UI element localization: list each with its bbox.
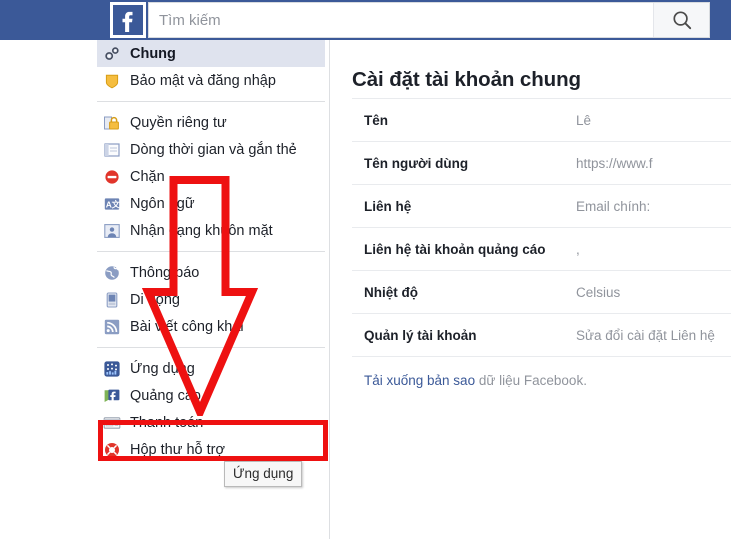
sidebar-item-thanh-toan[interactable]: Thanh toán [97,409,325,436]
ads-icon [103,387,121,405]
table-row[interactable]: Tên Lê [352,98,731,142]
row-label: Quản lý tài khoản [364,328,477,343]
sidebar-item-bai-viet-cong-khai[interactable]: Bài viết công khai [97,313,325,340]
row-value: Sửa đổi cài đặt Liên hệ [576,328,715,343]
sidebar-group-account: Chung Bảo mật và đăng nhập [97,40,325,94]
general-settings-table: Tên Lê Tên người dùng https://www.f Liên… [352,98,731,356]
facebook-f-logo-icon[interactable] [110,2,146,38]
row-value: Email chính: [576,199,651,214]
table-row[interactable]: Liên hệ tài khoản quảng cáo , [352,227,731,271]
page-body: Chung Bảo mật và đăng nhập Quyền riêng t… [0,40,731,539]
apps-tooltip: Ứng dụng [224,461,303,487]
row-value: https://www.f [576,156,653,171]
row-value: Lê [576,113,592,128]
apps-icon [103,360,121,378]
facebook-settings-screen: Chung Bảo mật và đăng nhập [0,0,731,539]
table-row[interactable]: Liên hệ Email chính: [352,184,731,228]
svg-text:文: 文 [112,199,121,209]
sidebar-item-ung-dung[interactable]: Ứng dụng [97,355,325,382]
sidebar-item-label: Bài viết công khai [130,318,244,335]
padlock-icon [103,114,121,132]
shield-icon [103,72,121,90]
settings-sidebar: Chung Bảo mật và đăng nhập Quyền riêng t… [97,40,325,463]
sidebar-group-apps-payments: Ứng dụng Quảng cáo Thanh toán Hộp thư hỗ… [97,347,325,463]
sidebar-item-label: Chung [130,45,176,62]
download-rest-text: dữ liệu Facebook. [475,373,587,388]
globe-icon [103,264,121,282]
row-label: Nhiệt độ [364,285,418,300]
sidebar-item-label: Quảng cáo [130,387,201,404]
sidebar-item-label: Thanh toán [130,414,204,431]
lifebuoy-icon [103,441,121,459]
sidebar-group-notifications: Thông báo Di động Bài viết công khai [97,251,325,340]
sidebar-item-label: Bảo mật và đăng nhập [130,72,276,89]
sidebar-item-label: Nhận dạng khuôn mặt [130,222,273,239]
row-label: Liên hệ tài khoản quảng cáo [364,242,546,257]
row-value: , [576,242,580,257]
sidebar-item-label: Chặn [130,168,165,185]
row-label: Tên người dùng [364,156,469,171]
sidebar-item-thong-bao[interactable]: Thông báo [97,259,325,286]
face-recognition-icon [103,222,121,240]
sidebar-item-dong-thoi-gian-va-gan-the[interactable]: Dòng thời gian và gắn thẻ [97,136,325,163]
sidebar-item-chan[interactable]: Chặn [97,163,325,190]
sidebar-item-hop-thu-ho-tro[interactable]: Hộp thư hỗ trợ [97,436,325,463]
download-data-row: Tải xuống bản sao dữ liệu Facebook. [352,356,731,388]
sidebar-item-bao-mat-va-dang-nhap[interactable]: Bảo mật và đăng nhập [97,67,325,94]
sidebar-group-privacy: Quyền riêng tư Dòng thời gian và gắn thẻ [97,101,325,244]
sidebar-item-label: Hộp thư hỗ trợ [130,441,225,458]
page-title: Cài đặt tài khoản chung [352,68,581,91]
timeline-icon [103,141,121,159]
row-label: Liên hệ [364,199,412,214]
sidebar-item-di-dong[interactable]: Di động [97,286,325,313]
settings-main-content: Cài đặt tài khoản chung Tên Lê Tên người… [352,40,731,388]
sidebar-item-label: Thông báo [130,264,200,281]
column-divider [329,40,330,539]
sidebar-item-nhan-dang-khuon-mat[interactable]: Nhận dạng khuôn mặt [97,217,325,244]
sidebar-item-label: Quyền riêng tư [130,114,227,131]
sidebar-item-ngon-ngu[interactable]: A 文 Ngôn ngữ [97,190,325,217]
sidebar-item-quyen-rieng-tu[interactable]: Quyền riêng tư [97,109,325,136]
row-label: Tên [364,113,389,128]
rss-feed-icon [103,318,121,336]
sidebar-item-label: Dòng thời gian và gắn thẻ [130,141,297,158]
credit-card-icon [103,414,121,432]
sidebar-item-chung[interactable]: Chung [97,40,325,67]
table-row[interactable]: Tên người dùng https://www.f [352,141,731,185]
search-icon [671,9,693,31]
table-row[interactable]: Nhiệt độ Celsius [352,270,731,314]
top-navigation-bar [0,0,731,40]
search-input[interactable] [149,3,653,37]
row-value: Celsius [576,285,621,300]
block-icon [103,168,121,186]
gears-icon [103,45,121,63]
language-icon: A 文 [103,195,121,213]
mobile-phone-icon [103,291,121,309]
download-copy-link[interactable]: Tải xuống bản sao [364,373,475,388]
table-row[interactable]: Quản lý tài khoản Sửa đổi cài đặt Liên h… [352,313,731,357]
sidebar-item-quang-cao[interactable]: Quảng cáo [97,382,325,409]
search-bar[interactable] [148,2,710,38]
sidebar-item-label: Ứng dụng [130,360,195,377]
search-button[interactable] [653,3,709,37]
sidebar-item-label: Ngôn ngữ [130,195,195,212]
sidebar-item-label: Di động [130,291,180,308]
